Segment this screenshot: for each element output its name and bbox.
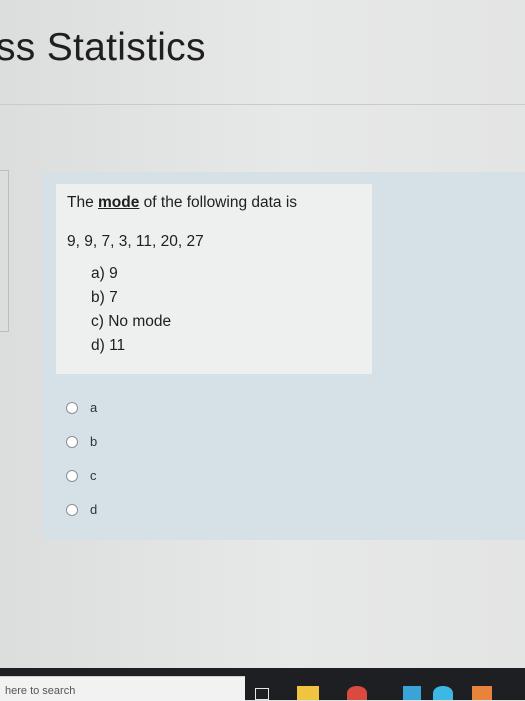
answer-option-b[interactable]: b bbox=[66, 434, 97, 468]
answer-option-d[interactable]: d bbox=[66, 502, 97, 536]
page-title: ss Statistics bbox=[0, 26, 206, 69]
question-keyword: mode bbox=[98, 194, 140, 211]
answer-label: b bbox=[90, 434, 98, 449]
left-panel-edge bbox=[0, 170, 9, 332]
answer-option-a[interactable]: a bbox=[66, 400, 97, 434]
app-icon[interactable] bbox=[472, 686, 492, 700]
answer-label: c bbox=[90, 468, 97, 483]
question-choice-list: a) 9 b) 7 c) No mode d) 11 bbox=[91, 265, 171, 361]
app-icon[interactable] bbox=[433, 686, 453, 700]
file-explorer-icon[interactable] bbox=[297, 686, 319, 700]
taskbar-search-placeholder: here to search bbox=[5, 685, 76, 697]
answer-options: a b c d bbox=[66, 400, 97, 536]
radio-button[interactable] bbox=[66, 470, 78, 482]
task-view-icon[interactable] bbox=[255, 688, 269, 700]
radio-button[interactable] bbox=[66, 504, 78, 516]
question-choice: c) No mode bbox=[91, 313, 172, 330]
question-suffix: of the following data is bbox=[139, 194, 298, 211]
title-divider bbox=[0, 104, 525, 105]
question-prefix: The bbox=[67, 194, 99, 211]
chrome-icon[interactable] bbox=[347, 686, 367, 700]
radio-button[interactable] bbox=[66, 402, 78, 414]
question-choice: a) 9 bbox=[91, 265, 118, 282]
app-icon[interactable] bbox=[403, 686, 421, 700]
answer-label: d bbox=[90, 502, 98, 517]
answer-label: a bbox=[90, 400, 98, 415]
answer-option-c[interactable]: c bbox=[66, 468, 97, 502]
question-choice: b) 7 bbox=[91, 289, 118, 306]
question-choice: d) 11 bbox=[91, 337, 126, 354]
question-text: The mode of the following data is bbox=[67, 194, 297, 212]
question-data-values: 9, 9, 7, 3, 11, 20, 27 bbox=[67, 233, 204, 250]
radio-button[interactable] bbox=[66, 436, 78, 448]
